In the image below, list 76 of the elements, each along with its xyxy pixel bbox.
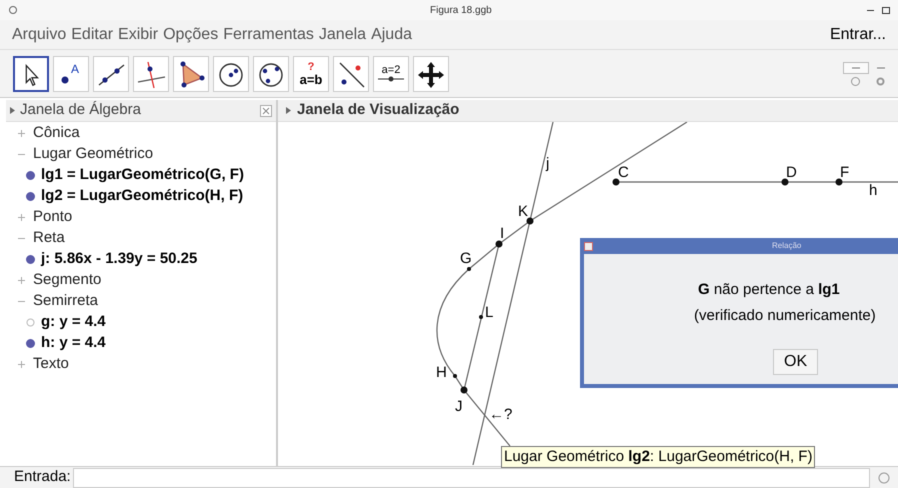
settings-icon[interactable]: [876, 76, 885, 86]
app-icon: [8, 5, 18, 15]
login-link[interactable]: Entrar...: [830, 22, 886, 46]
line-label: j: [546, 155, 550, 172]
algebra-object[interactable]: g: y = 4.4: [41, 311, 106, 334]
point-label: K: [518, 203, 528, 220]
window-title: Figura 18.ggb: [430, 4, 492, 18]
point-label: F: [840, 164, 850, 181]
visibility-dot-icon[interactable]: [26, 192, 35, 201]
dialog-message: G não pertence a lg1: [697, 280, 840, 300]
category-label[interactable]: Reta: [33, 227, 65, 250]
help-icon[interactable]: [851, 76, 860, 86]
collapse-triangle-icon[interactable]: [10, 107, 15, 114]
visibility-dot-icon[interactable]: [26, 318, 35, 327]
line-label: h: [869, 182, 878, 199]
point-label: L: [485, 304, 494, 321]
tool-glyph: A: [71, 62, 80, 76]
dialog-title: Relação: [772, 240, 802, 252]
panel-title: Janela de Visualização: [297, 100, 460, 120]
undo-icon[interactable]: [843, 62, 869, 74]
tool-glyph: a=b: [300, 72, 322, 86]
visibility-dot-icon[interactable]: [26, 171, 35, 180]
input-label: Entrada:: [14, 467, 71, 488]
point-dot[interactable]: [836, 178, 842, 186]
point-label: J: [455, 398, 462, 415]
point-dot[interactable]: [460, 386, 468, 394]
point-label: C: [618, 164, 629, 181]
point-label: H: [436, 364, 447, 381]
algebra-object[interactable]: lg2 = LugarGeométrico(H, F): [41, 185, 244, 208]
menu-item[interactable]: Ajuda: [371, 22, 412, 46]
tool-button[interactable]: ? a=b: [293, 56, 329, 92]
point-label: G: [460, 250, 472, 267]
maximize-icon[interactable]: [882, 6, 890, 14]
visibility-dot-icon[interactable]: [26, 255, 35, 264]
help-icon[interactable]: [878, 472, 890, 484]
point-dot[interactable]: [496, 240, 502, 248]
slider-icon: [378, 76, 404, 82]
tool-button[interactable]: A: [53, 56, 89, 92]
point-dot[interactable]: [526, 218, 534, 224]
close-icon[interactable]: [260, 104, 272, 116]
collapse-triangle-icon[interactable]: [286, 107, 291, 114]
panel-title: Janela de Álgebra: [20, 100, 141, 120]
point-label: D: [786, 164, 797, 181]
point-dot[interactable]: [467, 267, 471, 271]
algebra-object[interactable]: h: y = 4.4: [41, 332, 106, 355]
visibility-dot-icon[interactable]: [26, 339, 35, 348]
tool-glyph: ?: [308, 62, 314, 72]
tool-glyph: a=2: [382, 65, 400, 76]
minimize-icon[interactable]: [867, 7, 874, 13]
algebra-object[interactable]: j: 5.86x - 1.39y = 50.25: [41, 248, 198, 271]
tool-button[interactable]: a=2: [373, 56, 409, 92]
category-label[interactable]: Lugar Geométrico: [33, 143, 154, 166]
annotation-label: ←?: [489, 406, 512, 423]
point-label: I: [500, 225, 504, 242]
menu-item[interactable]: Editar: [71, 22, 114, 46]
category-label[interactable]: Texto: [33, 353, 69, 376]
menu-item[interactable]: Janela: [318, 22, 366, 46]
menu-item[interactable]: Opções: [163, 22, 218, 46]
menu-item[interactable]: Exibir: [118, 22, 158, 46]
category-label[interactable]: Semirreta: [33, 290, 98, 313]
menu-item[interactable]: Ferramentas: [223, 22, 314, 46]
menu-item[interactable]: Arquivo: [12, 22, 66, 46]
point-dot[interactable]: [612, 178, 620, 186]
tooltip: Lugar Geométrico lg2: LugarGeométrico(H, F): [501, 446, 816, 468]
java-icon: [584, 242, 593, 250]
tool-button[interactable]: [13, 56, 49, 92]
point-dot[interactable]: [782, 178, 788, 186]
ok-button[interactable]: OK: [773, 349, 818, 375]
dialog-detail: (verificado numericamente): [694, 306, 876, 326]
point-dot[interactable]: [453, 374, 457, 378]
algebra-object[interactable]: lg1 = LugarGeométrico(G, F): [41, 164, 244, 187]
category-label[interactable]: Cônica: [33, 122, 80, 145]
input-field[interactable]: [72, 468, 870, 488]
category-label[interactable]: Ponto: [33, 206, 72, 229]
category-label[interactable]: Segmento: [33, 269, 102, 292]
point-dot[interactable]: [479, 315, 483, 319]
